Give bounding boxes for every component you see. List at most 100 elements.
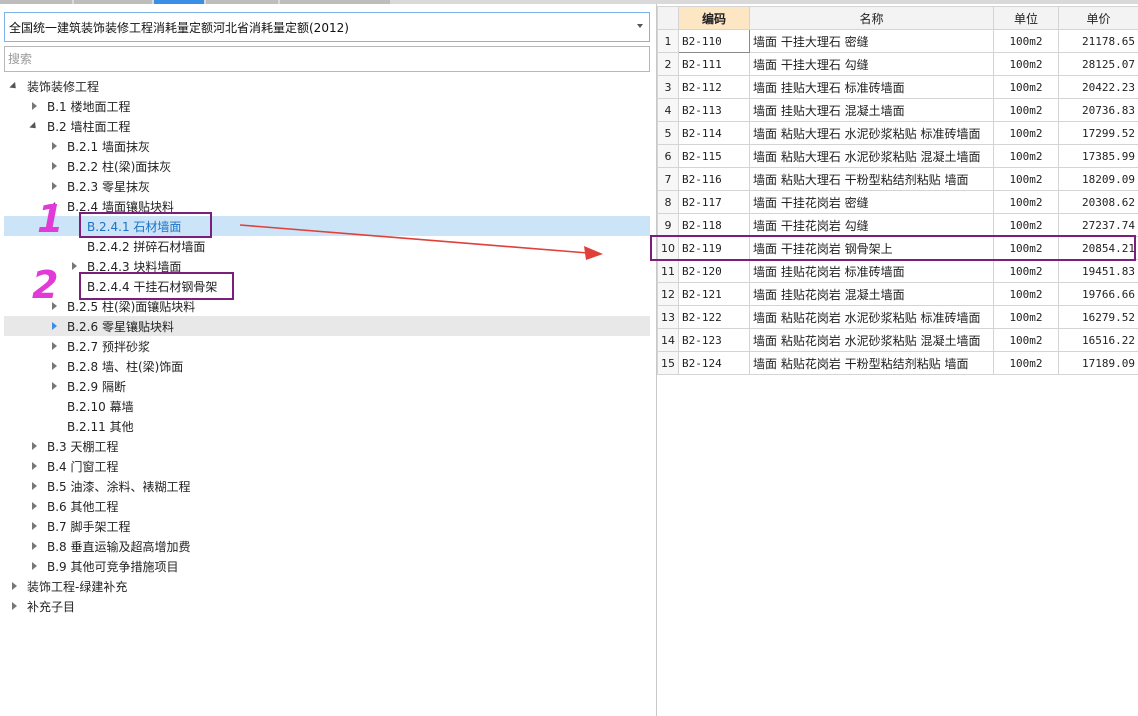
triangle-right-icon[interactable] <box>31 102 37 110</box>
column-header-price[interactable]: 单价 <box>1058 6 1138 30</box>
tree-node-toggle[interactable] <box>49 161 59 171</box>
unit-cell[interactable]: 100m2 <box>993 167 1059 191</box>
table-row[interactable]: 3 B2-112 墙面 挂贴大理石 标准砖墙面 100m2 20422.23 <box>657 75 1138 99</box>
price-cell[interactable]: 17299.52 <box>1058 121 1138 145</box>
name-cell[interactable]: 墙面 粘贴大理石 水泥砂浆粘贴 标准砖墙面 <box>749 121 994 145</box>
triangle-right-icon[interactable] <box>71 262 77 270</box>
tree-node-toggle[interactable] <box>9 581 19 591</box>
tree-node-toggle[interactable] <box>29 441 39 451</box>
unit-cell[interactable]: 100m2 <box>993 121 1059 145</box>
price-cell[interactable]: 18209.09 <box>1058 167 1138 191</box>
unit-cell[interactable]: 100m2 <box>993 75 1059 99</box>
search-input[interactable] <box>8 47 649 71</box>
table-row[interactable]: 7 B2-116 墙面 粘贴大理石 干粉型粘结剂粘贴 墙面 100m2 18209.09 <box>657 167 1138 191</box>
table-row[interactable]: 13 B2-122 墙面 粘贴花岗岩 水泥砂浆粘贴 标准砖墙面 100m2 16279.… <box>657 305 1138 329</box>
tree-node-toggle[interactable] <box>29 481 39 491</box>
name-cell[interactable]: 墙面 干挂大理石 密缝 <box>749 29 994 53</box>
tree-node[interactable]: B.8 垂直运输及超高增加费 <box>4 536 650 556</box>
tree-node[interactable]: B.2 墙柱面工程 <box>4 116 650 136</box>
tree-node-toggle[interactable] <box>9 81 19 91</box>
name-cell[interactable]: 墙面 挂贴花岗岩 标准砖墙面 <box>749 259 994 283</box>
unit-cell[interactable]: 100m2 <box>993 213 1059 237</box>
tree-node-toggle[interactable] <box>29 561 39 571</box>
row-number-cell[interactable]: 4 <box>657 98 679 122</box>
triangle-right-icon[interactable] <box>31 482 37 490</box>
unit-cell[interactable]: 100m2 <box>993 259 1059 283</box>
tree-node[interactable]: B.9 其他可竞争措施项目 <box>4 556 650 576</box>
price-cell[interactable]: 19451.83 <box>1058 259 1138 283</box>
tree-node[interactable]: B.2.6 零星镶贴块料 <box>4 316 650 336</box>
unit-cell[interactable]: 100m2 <box>993 29 1059 53</box>
tree-node-toggle[interactable] <box>49 361 59 371</box>
row-number-cell[interactable]: 2 <box>657 52 679 76</box>
column-header-name[interactable]: 名称 <box>749 6 994 30</box>
row-number-cell[interactable]: 13 <box>657 305 679 329</box>
code-cell[interactable]: B2-113 <box>678 98 750 122</box>
name-cell[interactable]: 墙面 粘贴花岗岩 水泥砂浆粘贴 混凝土墙面 <box>749 328 994 352</box>
row-number-cell[interactable]: 12 <box>657 282 679 306</box>
triangle-right-icon[interactable] <box>11 602 17 610</box>
unit-cell[interactable]: 100m2 <box>993 351 1059 375</box>
name-cell[interactable]: 墙面 粘贴花岗岩 水泥砂浆粘贴 标准砖墙面 <box>749 305 994 329</box>
table-row[interactable]: 4 B2-113 墙面 挂贴大理石 混凝土墙面 100m2 20736.83 <box>657 98 1138 122</box>
tree-node-toggle[interactable] <box>29 121 39 131</box>
unit-cell[interactable]: 100m2 <box>993 328 1059 352</box>
code-cell[interactable]: B2-123 <box>678 328 750 352</box>
triangle-right-icon[interactable] <box>51 362 57 370</box>
tree-node-toggle[interactable] <box>69 261 79 271</box>
column-header-code[interactable]: 编码 <box>678 6 750 30</box>
price-cell[interactable]: 20308.62 <box>1058 190 1138 214</box>
price-cell[interactable]: 16279.52 <box>1058 305 1138 329</box>
tree-node[interactable]: B.4 门窗工程 <box>4 456 650 476</box>
name-cell[interactable]: 墙面 干挂花岗岩 勾缝 <box>749 213 994 237</box>
table-row[interactable]: 12 B2-121 墙面 挂贴花岗岩 混凝土墙面 100m2 19766.66 <box>657 282 1138 306</box>
code-cell[interactable]: B2-114 <box>678 121 750 145</box>
tree-node-toggle[interactable] <box>49 381 59 391</box>
tree-node-toggle[interactable] <box>49 141 59 151</box>
unit-cell[interactable]: 100m2 <box>993 144 1059 168</box>
name-cell[interactable]: 墙面 粘贴花岗岩 干粉型粘结剂粘贴 墙面 <box>749 351 994 375</box>
name-cell[interactable]: 墙面 挂贴大理石 标准砖墙面 <box>749 75 994 99</box>
row-number-cell[interactable]: 14 <box>657 328 679 352</box>
unit-cell[interactable]: 100m2 <box>993 305 1059 329</box>
row-number-cell[interactable]: 6 <box>657 144 679 168</box>
price-cell[interactable]: 17189.09 <box>1058 351 1138 375</box>
triangle-down-icon[interactable] <box>9 81 19 91</box>
name-cell[interactable]: 墙面 粘贴大理石 水泥砂浆粘贴 混凝土墙面 <box>749 144 994 168</box>
code-cell[interactable]: B2-118 <box>678 213 750 237</box>
table-row[interactable]: 6 B2-115 墙面 粘贴大理石 水泥砂浆粘贴 混凝土墙面 100m2 17385.9… <box>657 144 1138 168</box>
name-cell[interactable]: 墙面 干挂大理石 勾缝 <box>749 52 994 76</box>
quota-library-select[interactable]: 全国统一建筑装饰装修工程消耗量定额河北省消耗量定额(2012) <box>4 12 650 42</box>
triangle-right-icon[interactable] <box>51 162 57 170</box>
column-header-rownum[interactable] <box>657 6 679 30</box>
row-number-cell[interactable]: 11 <box>657 259 679 283</box>
chevron-down-icon[interactable] <box>637 24 643 28</box>
price-cell[interactable]: 19766.66 <box>1058 282 1138 306</box>
name-cell[interactable]: 墙面 粘贴大理石 干粉型粘结剂粘贴 墙面 <box>749 167 994 191</box>
triangle-right-icon[interactable] <box>31 562 37 570</box>
tree-node-toggle[interactable] <box>9 601 19 611</box>
column-header-unit[interactable]: 单位 <box>993 6 1059 30</box>
tree-node[interactable]: B.3 天棚工程 <box>4 436 650 456</box>
tree-node-toggle[interactable] <box>29 521 39 531</box>
unit-cell[interactable]: 100m2 <box>993 98 1059 122</box>
tree-node[interactable]: B.2.9 隔断 <box>4 376 650 396</box>
triangle-down-icon[interactable] <box>29 121 39 131</box>
tree-node-toggle[interactable] <box>49 181 59 191</box>
code-cell[interactable]: B2-111 <box>678 52 750 76</box>
table-row[interactable]: 9 B2-118 墙面 干挂花岗岩 勾缝 100m2 27237.74 <box>657 213 1138 237</box>
price-cell[interactable]: 17385.99 <box>1058 144 1138 168</box>
triangle-right-icon[interactable] <box>51 142 57 150</box>
table-row[interactable]: 11 B2-120 墙面 挂贴花岗岩 标准砖墙面 100m2 19451.83 <box>657 259 1138 283</box>
price-cell[interactable]: 16516.22 <box>1058 328 1138 352</box>
table-row[interactable]: 5 B2-114 墙面 粘贴大理石 水泥砂浆粘贴 标准砖墙面 100m2 17299.5… <box>657 121 1138 145</box>
triangle-right-icon[interactable] <box>51 342 57 350</box>
tree-node[interactable]: B.7 脚手架工程 <box>4 516 650 536</box>
row-number-cell[interactable]: 7 <box>657 167 679 191</box>
triangle-right-icon[interactable] <box>31 542 37 550</box>
code-cell[interactable]: B2-121 <box>678 282 750 306</box>
tree-node-toggle[interactable] <box>29 501 39 511</box>
code-cell[interactable]: B2-112 <box>678 75 750 99</box>
row-number-cell[interactable]: 3 <box>657 75 679 99</box>
table-row[interactable]: 1 B2-110 墙面 干挂大理石 密缝 100m2 21178.65 <box>657 29 1138 53</box>
